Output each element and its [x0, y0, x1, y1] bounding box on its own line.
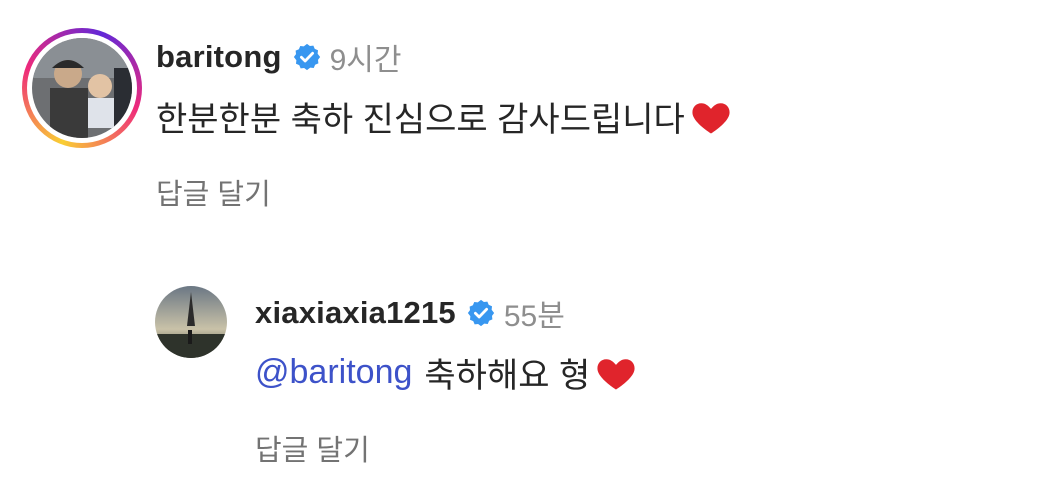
heart-emoji-icon — [689, 95, 733, 139]
reply-button[interactable]: 답글 달기 — [156, 171, 271, 213]
username[interactable]: baritong — [156, 39, 282, 75]
timestamp: 9시간 — [329, 44, 402, 77]
comment-text: 한분한분 축하 진심으로 감사드립니다 — [156, 101, 685, 139]
comment-item: xiaxiaxia1215 55분 @baritong 축하해요 형 답글 달기 — [155, 284, 638, 469]
avatar[interactable] — [32, 38, 132, 138]
avatar[interactable] — [155, 286, 227, 358]
username[interactable]: xiaxiaxia1215 — [255, 295, 456, 331]
comment-text: 축하해요 형 — [424, 357, 591, 395]
verified-badge-icon — [292, 42, 322, 72]
verified-badge-icon — [466, 298, 496, 328]
timestamp: 55분 — [503, 300, 565, 333]
heart-emoji-icon — [594, 351, 638, 395]
comment-item: baritong 9시간 한분한분 축하 진심으로 감사드립니다 답글 달기 — [22, 28, 733, 213]
reply-button[interactable]: 답글 달기 — [255, 427, 370, 469]
story-ring[interactable] — [22, 28, 142, 148]
mention-link[interactable]: @baritong — [255, 353, 412, 392]
